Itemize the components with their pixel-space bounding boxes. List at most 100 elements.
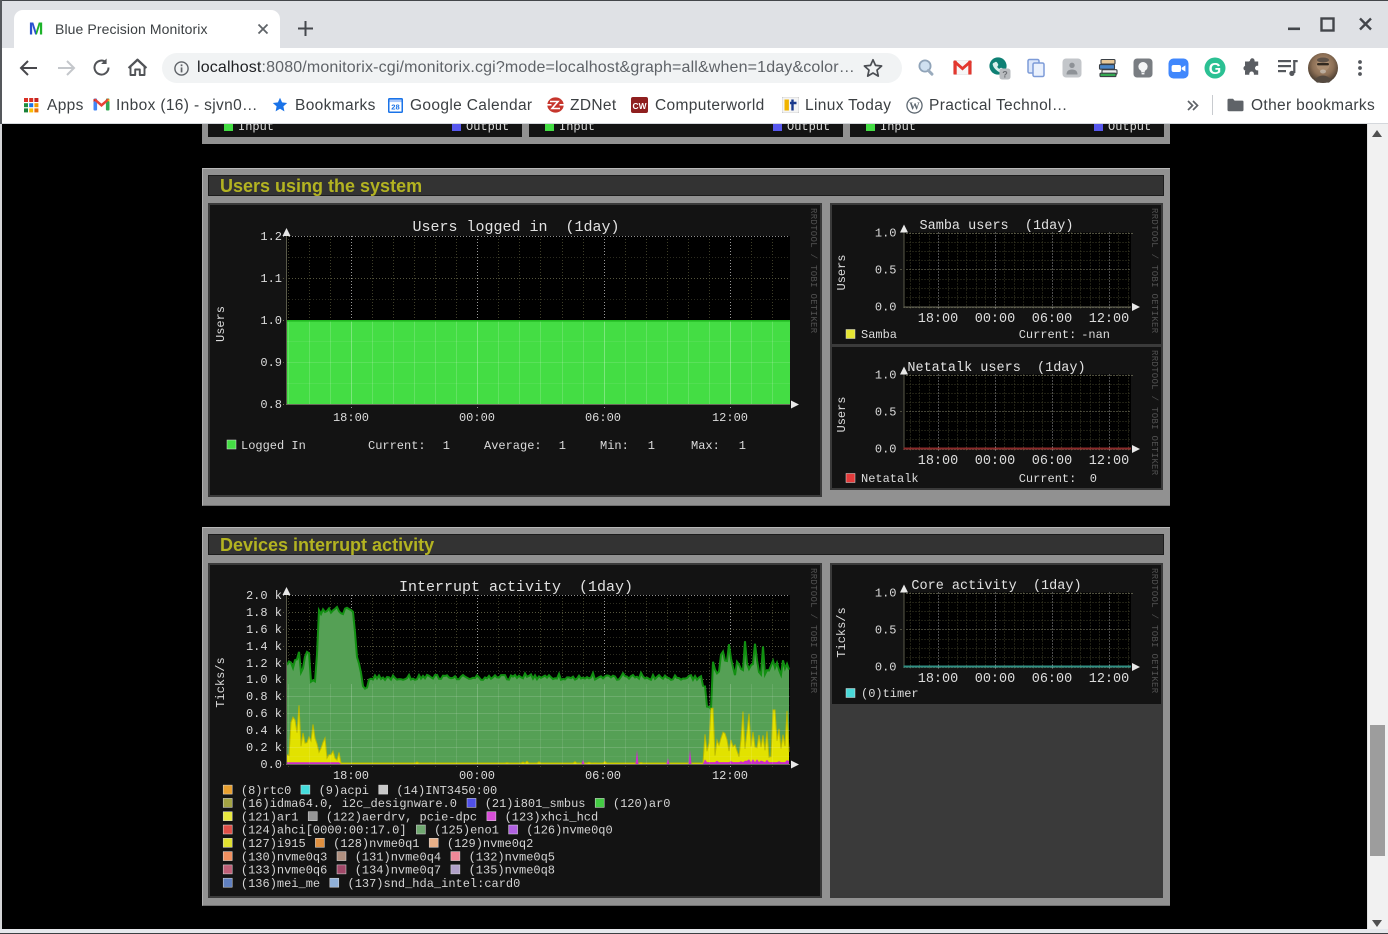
svg-text:CW: CW [633,101,647,111]
svg-text:G: G [1209,61,1221,78]
svg-text:0.2 k: 0.2 k [246,741,282,755]
svg-text:0.5: 0.5 [875,624,897,638]
svg-text:RRDTOOL / TOBI OETIKER: RRDTOOL / TOBI OETIKER [1149,568,1159,694]
svg-text:-nan: -nan [1081,328,1110,342]
svg-text:Current:: Current: [1019,328,1077,342]
svg-text:18:00: 18:00 [918,672,959,687]
svg-text:(8)rtc0: (8)rtc0 [241,784,291,798]
svg-text:00:00: 00:00 [975,312,1016,327]
svg-text:Interrupt activity (1day): Interrupt activity (1day) [399,579,633,596]
svg-text:0.8: 0.8 [260,398,282,412]
svg-text:0.0: 0.0 [875,443,897,457]
svg-text:1.0: 1.0 [875,587,897,601]
svg-text:18:00: 18:00 [333,411,369,425]
svg-text:(122)aerdrv, pcie-dpc: (122)aerdrv, pcie-dpc [326,810,477,824]
svg-text:1: 1 [648,439,655,453]
svg-text:1: 1 [739,439,746,453]
svg-text:(129)nvme0q2: (129)nvme0q2 [447,837,533,851]
svg-text:Min:: Min: [600,439,629,453]
svg-text:18:00: 18:00 [918,312,959,327]
svg-text:00:00: 00:00 [459,411,495,425]
svg-text:2.0 k: 2.0 k [246,589,282,603]
svg-text:0: 0 [1090,472,1097,486]
svg-text:1.2 k: 1.2 k [246,657,282,671]
svg-text:W: W [909,101,920,112]
svg-text:0.8 k: 0.8 k [246,690,282,704]
svg-text:1.4 k: 1.4 k [246,640,282,654]
svg-text:Users: Users [835,254,849,290]
svg-text:Ticks/s: Ticks/s [214,657,228,707]
svg-text:12:00: 12:00 [1089,312,1130,327]
svg-text:1: 1 [559,439,566,453]
svg-text:06:00: 06:00 [585,411,621,425]
svg-text:06:00: 06:00 [1032,312,1073,327]
svg-text:1.8 k: 1.8 k [246,606,282,620]
svg-text:12:00: 12:00 [1089,672,1130,687]
svg-text:(14)INT3450:00: (14)INT3450:00 [396,784,497,798]
svg-text:12:00: 12:00 [712,411,748,425]
svg-text:00:00: 00:00 [459,769,495,783]
svg-text:1.0 k: 1.0 k [246,673,282,687]
svg-text:Netatalk: Netatalk [861,472,919,486]
svg-text:(16)idma64.0, i2c_designware.0: (16)idma64.0, i2c_designware.0 [241,797,457,811]
svg-text:1.2: 1.2 [260,230,282,244]
svg-text:0.9: 0.9 [260,356,282,370]
svg-text:Output: Output [787,124,830,134]
svg-text:(123)xhci_hcd: (123)xhci_hcd [505,810,599,824]
svg-text:RRDTOOL / TOBI OETIKER: RRDTOOL / TOBI OETIKER [808,208,818,334]
svg-text:0.0: 0.0 [260,758,282,772]
svg-text:Input: Input [559,124,595,134]
svg-text:(126)nvme0q0: (126)nvme0q0 [526,824,612,838]
svg-text:0.0: 0.0 [875,661,897,675]
svg-text:0.0: 0.0 [875,301,897,315]
svg-text:(132)nvme0q5: (132)nvme0q5 [469,850,555,864]
svg-text:12:00: 12:00 [712,769,748,783]
svg-text:RRDTOOL / TOBI OETIKER: RRDTOOL / TOBI OETIKER [1149,208,1159,334]
svg-text:06:00: 06:00 [585,769,621,783]
svg-text:06:00: 06:00 [1032,672,1073,687]
svg-text:18:00: 18:00 [333,769,369,783]
svg-text:00:00: 00:00 [975,672,1016,687]
svg-text:Average:: Average: [484,439,542,453]
svg-text:28: 28 [391,103,399,112]
svg-text:(133)nvme0q6: (133)nvme0q6 [241,864,327,878]
svg-text:Input: Input [880,124,916,134]
svg-text:Current:: Current: [368,439,426,453]
svg-text:Output: Output [1108,124,1151,134]
svg-text:(121)ar1: (121)ar1 [241,810,299,824]
svg-text:18:00: 18:00 [918,454,959,469]
svg-text:Netatalk users (1day): Netatalk users (1day) [907,361,1085,376]
svg-text:(0)timer: (0)timer [861,687,919,701]
svg-text:(127)i915: (127)i915 [241,837,306,851]
svg-text:Users logged in (1day): Users logged in (1day) [412,219,619,236]
svg-text:1.1: 1.1 [260,272,282,286]
svg-text:Input: Input [238,124,274,134]
svg-text:(136)mei_me: (136)mei_me [241,877,320,891]
svg-text:?: ? [1002,70,1008,80]
svg-text:(131)nvme0q4: (131)nvme0q4 [355,850,441,864]
svg-text:(9)acpi: (9)acpi [319,784,369,798]
svg-text:(135)nvme0q8: (135)nvme0q8 [469,864,555,878]
svg-text:12:00: 12:00 [1089,454,1130,469]
svg-text:Ticks/s: Ticks/s [835,607,849,657]
svg-text:(124)ahci[0000:00:17.0]: (124)ahci[0000:00:17.0] [241,824,407,838]
svg-text:Current:: Current: [1019,472,1077,486]
svg-text:(134)nvme0q7: (134)nvme0q7 [355,864,441,878]
svg-text:(130)nvme0q3: (130)nvme0q3 [241,850,327,864]
svg-text:1.0: 1.0 [875,227,897,241]
svg-text:Core activity (1day): Core activity (1day) [911,579,1081,594]
svg-text:(120)ar0: (120)ar0 [613,797,671,811]
svg-text:Logged In: Logged In [241,439,306,453]
svg-text:1.0: 1.0 [260,314,282,328]
svg-text:(128)nvme0q1: (128)nvme0q1 [333,837,419,851]
svg-text:1.6 k: 1.6 k [246,623,282,637]
svg-text:RRDTOOL / TOBI OETIKER: RRDTOOL / TOBI OETIKER [808,568,818,694]
svg-text:RRDTOOL / TOBI OETIKER: RRDTOOL / TOBI OETIKER [1149,350,1159,476]
svg-text:(125)eno1: (125)eno1 [434,824,499,838]
svg-text:0.4 k: 0.4 k [246,724,282,738]
svg-text:Users: Users [835,396,849,432]
svg-text:Users: Users [214,306,228,342]
svg-text:(137)snd_hda_intel:card0: (137)snd_hda_intel:card0 [348,877,521,891]
svg-text:0.5: 0.5 [875,264,897,278]
svg-text:M: M [29,19,44,37]
